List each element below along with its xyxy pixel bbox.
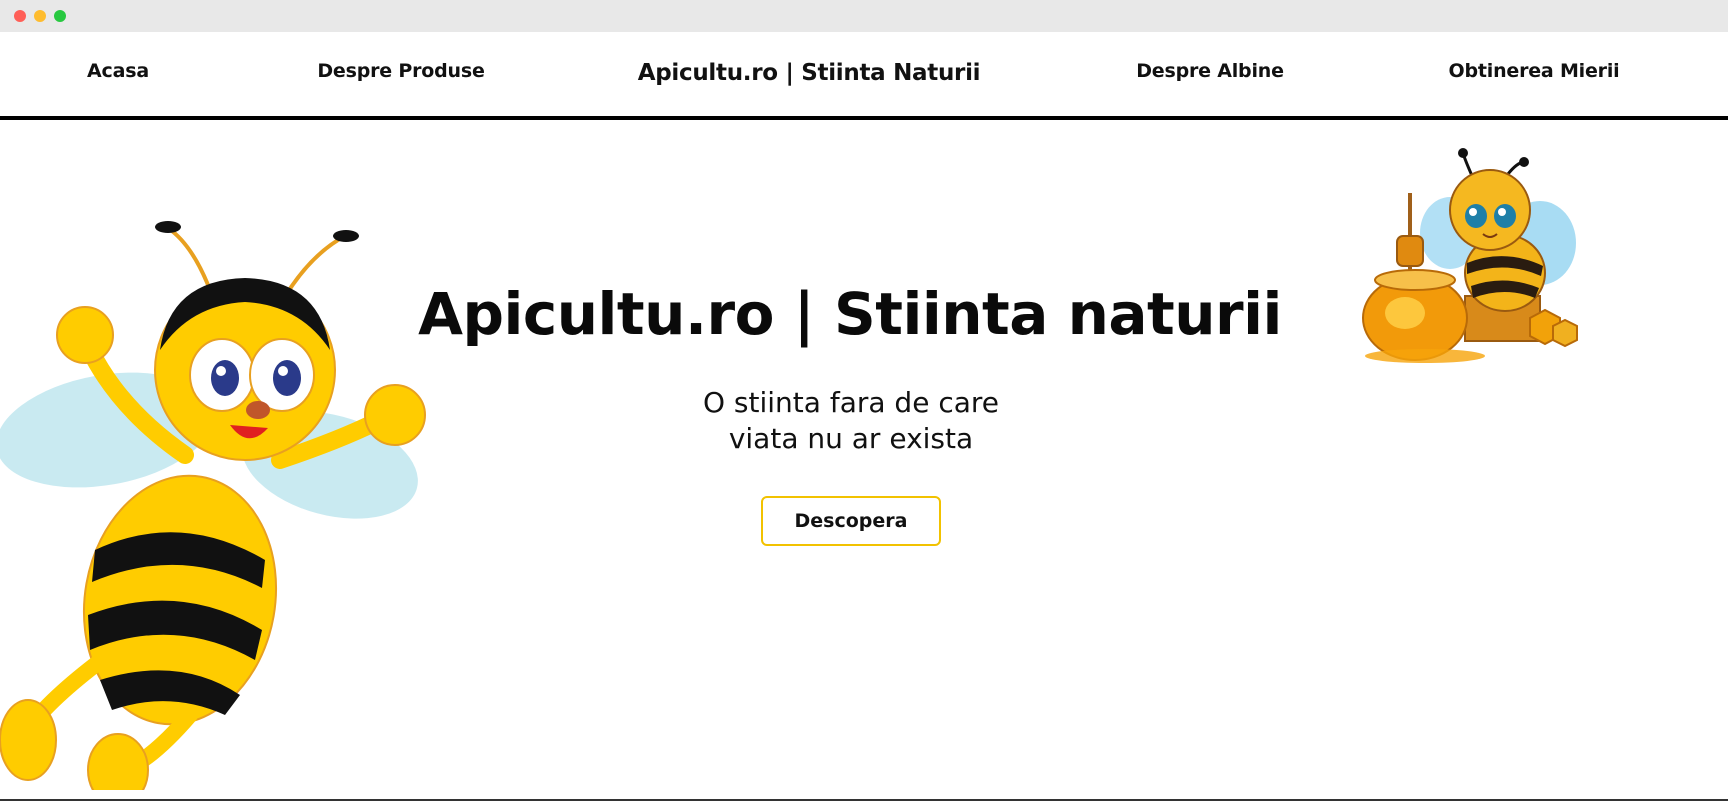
bee-pupil-right [273,360,301,396]
maximize-window-button[interactable] [54,10,66,22]
honey-pot-rim [1374,269,1456,291]
honeycomb-piece-small [1552,318,1578,348]
bee-nose [246,401,270,419]
minimize-window-button[interactable] [34,10,46,22]
hero-subtitle-line-2: viata nu ar exista [728,422,974,455]
honey-bee-illustration [1362,148,1578,363]
honey-pot-highlight [1385,297,1425,329]
bee-hand-right [364,384,426,446]
honey-bee-eye-glint-right [1498,208,1506,216]
close-window-button[interactable] [14,10,26,22]
bee-foot-left [0,699,57,781]
hero-subtitle: O stiinta fara de care viata nu ar exist… [641,385,1061,457]
waving-bee-illustration [0,221,426,790]
honey-bee-antenna-tip-right [1519,157,1529,167]
top-navigation: Acasa Despre Produse Apicultu.ro | Stiin… [0,32,1728,120]
bee-antenna-tip-right [333,230,359,242]
honey-bee-eye-left [1465,204,1487,228]
hero-title: Apicultu.ro | Stiinta naturii [418,280,1282,348]
nav-link-despre-albine[interactable]: Despre Albine [1136,60,1284,82]
bee-eye-glint-left [216,366,226,376]
bee-foot-right [87,733,149,790]
bee-eye-glint-right [278,366,288,376]
honey-bee-antenna-tip-left [1458,148,1468,158]
honey-bee-eye-glint-left [1469,208,1477,216]
nav-brand[interactable]: Apicultu.ro | Stiinta Naturii [638,60,981,86]
hero-subtitle-line-1: O stiinta fara de care [702,386,999,419]
bee-pupil-left [211,360,239,396]
nav-link-despre-produse[interactable]: Despre Produse [317,60,485,82]
honey-bee-eye-right [1494,204,1516,228]
bee-hand-left [56,306,114,364]
bee-antenna-tip-left [155,221,181,233]
nav-link-acasa[interactable]: Acasa [87,60,149,82]
nav-link-obtinerea-mierii[interactable]: Obtinerea Mierii [1449,60,1620,82]
window-titlebar [0,0,1728,32]
descopera-button[interactable]: Descopera [761,496,941,546]
honey-puddle [1365,349,1485,363]
honey-dipper-head [1396,235,1424,267]
